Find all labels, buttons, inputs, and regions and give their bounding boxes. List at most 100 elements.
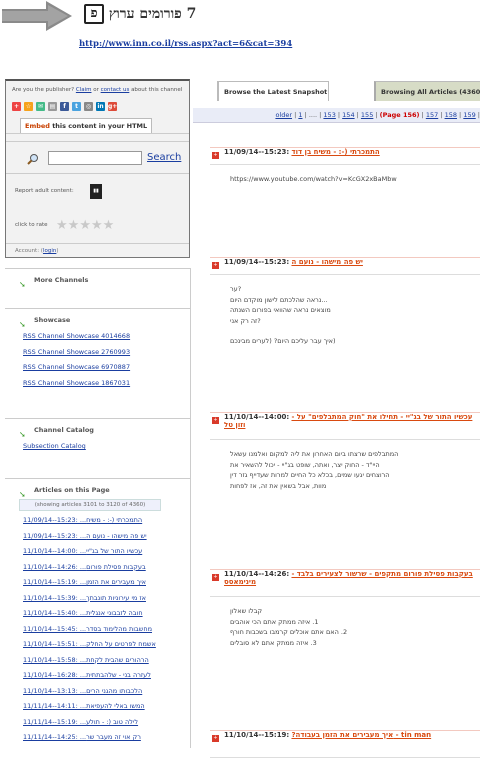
share-icons: + ☆ ✉ ▤ f t ◎ in g+ (6, 94, 189, 116)
article-bullet-icon: + (212, 417, 219, 424)
catalog-box: ➘ Channel Catalog Subsection Catalog (5, 418, 191, 478)
article-body: המתבלפים שרצתו ביום האחרון את ליה למקום … (230, 450, 399, 490)
showcase-link[interactable]: RSS Channel Showcase 4014668 (5, 329, 190, 345)
subsection-catalog-link[interactable]: Subsection Catalog (5, 439, 190, 455)
article-list-link[interactable]: 11/10/14--15:40: ...חובה לזבבוני אנגלית (5, 606, 190, 622)
arrow-logo-icon (2, 1, 72, 31)
article-bullet-icon: + (212, 735, 219, 742)
page-title: 7 פורומים ערוץ פ (84, 4, 196, 24)
print-icon[interactable]: ▤ (48, 102, 57, 111)
article-list-link[interactable]: 11/10/14--15:45: ...מחשבות מהלימוד בסדר (5, 622, 190, 638)
article-item: + 11/09/14--15:23: יש פה מישהו - נועם ה … (210, 257, 480, 347)
article-list-link[interactable]: 11/11/14--15:19: ...לילה טוב (: - תולע (5, 715, 190, 731)
pager: older | 1 | .... | 153 | 154 | 155 | (Pa… (275, 111, 480, 119)
green-arrow-icon: ➘ (19, 430, 26, 439)
addthis-icon[interactable]: + (12, 102, 21, 111)
report-row: Report adult content: ▮▮ (6, 173, 189, 208)
article-list-link[interactable]: 11/10/14--16:28: ...לעזרה בני - שלהבתתית (5, 668, 190, 684)
article-header: + 11/09/14--15:23: יש פה מישהו - נועם ה (210, 257, 480, 275)
email-icon[interactable]: ✉ (36, 102, 45, 111)
showcase-box: ➘ Showcase RSS Channel Showcase 4014668 R… (5, 308, 191, 418)
pager-older[interactable]: older (275, 111, 292, 119)
article-bullet-icon: + (212, 152, 219, 159)
search-button[interactable]: Search (147, 152, 181, 163)
article-title-link[interactable]: ?איך מעבירים את הזמן בעבודה - tin man (291, 731, 431, 739)
article-title-link[interactable]: התמכרתי (-: - משיח בן דוד (291, 148, 379, 156)
star-icon[interactable]: ★ (103, 218, 115, 233)
pager-page[interactable]: 157 (426, 111, 438, 119)
twitter-icon[interactable]: t (72, 102, 81, 111)
pager-page[interactable]: 158 (445, 111, 457, 119)
linkedin-icon[interactable]: in (96, 102, 105, 111)
articles-list-box: ➘ Articles on this Page (showing articles… (5, 478, 191, 748)
article-bullet-icon: + (212, 262, 219, 269)
header: 7 פורומים ערוץ פ http://www.inn.co.il/rs… (0, 0, 480, 78)
pager-page[interactable]: 153 (323, 111, 335, 119)
article-list-link[interactable]: 11/10/14--14:26: ...בעקבות פסילת פורום (5, 560, 190, 576)
article-list-link[interactable]: 11/10/14--15:19: ...איך מעבירים את הזמן (5, 575, 190, 591)
facebook-icon[interactable]: f (60, 102, 69, 111)
showcase-link[interactable]: RSS Channel Showcase 1867031 (5, 376, 190, 392)
left-sidebar: Are you the publisher? Claim or contact … (5, 79, 191, 748)
login-link[interactable]: login (43, 248, 56, 254)
adult-report-icon[interactable]: ▮▮ (90, 184, 102, 199)
channel-panel: Are you the publisher? Claim or contact … (5, 79, 190, 258)
pager-page[interactable]: 154 (342, 111, 354, 119)
article-list-link[interactable]: 11/10/14--13:13: ...הלכבותו מהגני הרים (5, 684, 190, 700)
green-arrow-icon: ➘ (19, 490, 26, 499)
tabs: Browse the Latest Snapshot Browsing All … (217, 81, 480, 103)
article-item: + 11/10/14--15:19: ?איך מעבירים את הזמן … (210, 730, 480, 758)
article-header: + 11/10/14--15:19: ?איך מעבירים את הזמן … (210, 730, 480, 758)
account-row: Account: (login) (6, 243, 189, 257)
star-icon[interactable]: ★ (79, 218, 91, 233)
embed-tab[interactable]: Embed this content in your HTML (20, 118, 153, 133)
pager-page[interactable]: 1 (298, 111, 302, 119)
search-icon (27, 154, 38, 165)
rss-icon[interactable]: ◎ (84, 102, 93, 111)
tab-all-articles[interactable]: Browsing All Articles (4360 Articles) (374, 81, 480, 101)
contact-us-link[interactable]: contact us (101, 87, 130, 93)
star-icon[interactable]: ★ (56, 218, 68, 233)
green-arrow-icon: ➘ (19, 320, 26, 329)
article-list-link[interactable]: 11/10/14--15:39: ...אז מי עירוניות תונבת… (5, 591, 190, 607)
publisher-line: Are you the publisher? Claim or contact … (12, 87, 183, 93)
article-bullet-icon: + (212, 574, 219, 581)
article-header: + 11/09/14--15:23: התמכרתי (-: - משיח בן… (210, 147, 480, 165)
pager-page[interactable]: 155 (361, 111, 373, 119)
bookmark-icon[interactable]: ☆ (24, 102, 33, 111)
pager-page[interactable]: 159 (463, 111, 475, 119)
showing-count: (showing articles 3101 to 3120 of 4360) (19, 499, 161, 511)
article-list-link[interactable]: 11/10/14--15:51: ...אשמח לפרטים על החלק (5, 637, 190, 653)
article-list-link[interactable]: 11/09/14--15:23: ...התמכרתי (-: - משיח (5, 513, 190, 529)
rate-row: click to rate ★★★★★ (15, 218, 115, 233)
article-item: + 11/10/14--14:26: בעקבות פסילת פורום מת… (210, 569, 480, 648)
article-links: 11/09/14--15:23: ...התמכרתי (-: - משיח 11… (5, 513, 190, 746)
search-row: Search (6, 141, 189, 173)
search-input[interactable] (48, 151, 142, 165)
article-list-link[interactable]: 11/10/14--14:00: ...עכשיו התור של בג"יי (5, 544, 190, 560)
rating-stars[interactable]: ★★★★★ (56, 218, 114, 233)
article-list-link[interactable]: 11/11/14--14:25: ...רק אוי זה מעבר שר (5, 730, 190, 746)
article-item: + 11/10/14--14:00: עכשיו התור של בג"יי -… (210, 412, 480, 491)
article-header: + 11/10/14--14:00: עכשיו התור של בג"יי -… (210, 412, 480, 440)
brand-logo-icon: פ (84, 4, 104, 24)
green-arrow-icon: ➘ (19, 280, 26, 289)
googleplus-icon[interactable]: g+ (108, 102, 117, 111)
showcase-link[interactable]: RSS Channel Showcase 2760993 (5, 345, 190, 361)
article-body: ?ער ...נראה שהלכתם לישון מוקדם היום מוצא… (230, 285, 336, 345)
article-list-link[interactable]: 11/11/14--14:11: ...המשו באלי להעפיאת (5, 699, 190, 715)
article-body: https://www.youtube.com/watch?v=KcGX2xBa… (230, 175, 397, 183)
article-list-link[interactable]: 11/09/14--15:23: ...יש פה מישהו - נועם ה (5, 529, 190, 545)
star-icon[interactable]: ★ (91, 218, 103, 233)
showcase-link[interactable]: RSS Channel Showcase 6970887 (5, 360, 190, 376)
claim-link[interactable]: Claim (76, 87, 92, 93)
feed-url-link[interactable]: http://www.inn.co.il/rss.aspx?act=6&cat=… (79, 39, 292, 49)
star-icon[interactable]: ★ (68, 218, 80, 233)
article-title-link[interactable]: יש פה מישהו - נועם ה (291, 258, 362, 266)
article-header: + 11/10/14--14:26: בעקבות פסילת פורום מת… (210, 569, 480, 597)
article-list-link[interactable]: 11/10/14--15:58: ...הרהורים שהבית לקחת (5, 653, 190, 669)
more-channels-box: ➘ More Channels (5, 268, 191, 308)
pager-current: (Page 156) (379, 111, 420, 119)
pager-bar: older | 1 | .... | 153 | 154 | 155 | (Pa… (193, 108, 480, 123)
tab-latest-snapshot[interactable]: Browse the Latest Snapshot (217, 81, 329, 101)
